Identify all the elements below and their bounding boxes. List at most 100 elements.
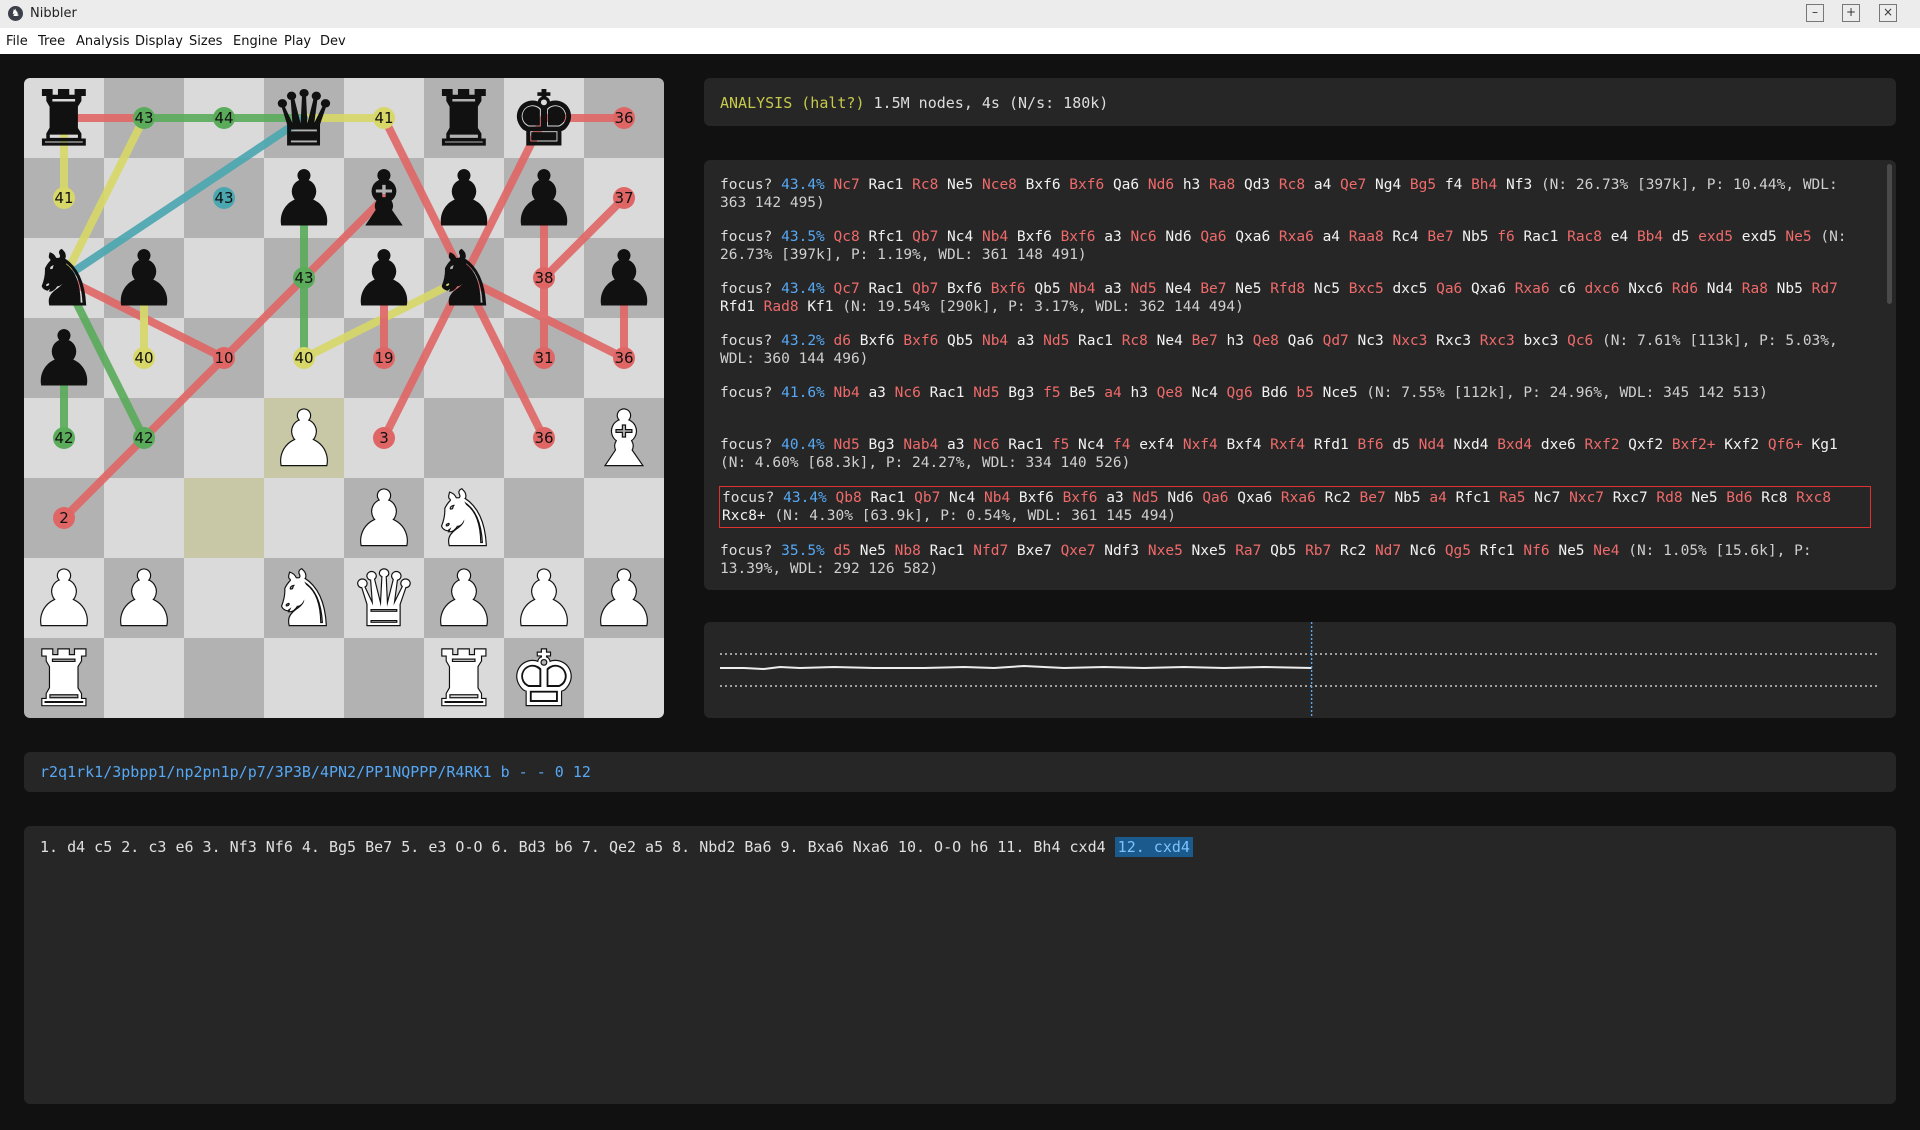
pv-move[interactable]: e4 (1611, 229, 1628, 245)
white-pawn-icon[interactable]: ♟ (589, 553, 660, 644)
pv-move[interactable]: Nb5 (1777, 281, 1803, 297)
square-c4[interactable] (184, 398, 264, 478)
analysis-line[interactable]: focus? 43.5% Qc8 Rfc1 Qb7 Nc4 Nb4 Bxf6 B… (720, 228, 1870, 264)
square-b1[interactable] (104, 638, 184, 718)
pv-move[interactable]: Bxf6 (1017, 229, 1052, 245)
pv-move[interactable]: Ne5 (1235, 281, 1261, 297)
black-pawn-icon[interactable]: ♟ (29, 314, 98, 404)
pv-move[interactable]: Qg6 (1227, 385, 1253, 401)
square-h3[interactable] (584, 478, 664, 558)
pv-move[interactable]: Nc4 (1192, 385, 1218, 401)
analysis-line[interactable]: focus? 43.4% Qc7 Rac1 Qb7 Bxf6 Bxf6 Qb5 … (720, 280, 1870, 316)
pv-move[interactable]: Rac1 (868, 281, 903, 297)
focus-label[interactable]: focus? (720, 177, 772, 193)
white-queen-icon[interactable]: ♛ (349, 553, 420, 644)
pv-move[interactable]: h3 (1130, 385, 1147, 401)
pv-move[interactable]: Rc8 (912, 177, 938, 193)
pv-move[interactable]: Rxa6 (1515, 281, 1550, 297)
square-c3[interactable] (184, 478, 264, 558)
pv-move[interactable]: a3 (1017, 333, 1034, 349)
pv-move[interactable]: exf4 (1139, 437, 1174, 453)
pv-move[interactable]: Be7 (1427, 229, 1453, 245)
pv-move[interactable]: Nxe5 (1192, 543, 1227, 559)
black-knight-icon[interactable]: ♞ (429, 234, 498, 324)
black-rook-icon[interactable]: ♜ (29, 78, 98, 164)
pv-move[interactable]: a3 (1104, 281, 1121, 297)
pv-move[interactable]: Nc4 (1078, 437, 1104, 453)
pv-move[interactable]: Bb4 (1637, 229, 1663, 245)
pv-move[interactable]: Qe7 (1340, 177, 1366, 193)
focus-label[interactable]: focus? (720, 437, 772, 453)
pv-move[interactable]: Ne4 (1593, 543, 1619, 559)
pv-move[interactable]: Rac1 (1008, 437, 1043, 453)
pv-move[interactable]: Bxf6 (991, 281, 1026, 297)
pv-move[interactable]: Nf6 (1523, 543, 1549, 559)
white-king-icon[interactable]: ♚ (509, 633, 580, 718)
pv-move[interactable]: Rb7 (1305, 543, 1331, 559)
pv-move[interactable]: Nd4 (1419, 437, 1445, 453)
pv-move[interactable]: Rac1 (1078, 333, 1113, 349)
white-knight-icon[interactable]: ♞ (269, 553, 340, 644)
menu-file[interactable]: File (6, 34, 28, 49)
pv-move[interactable]: Bxf4 (1227, 437, 1262, 453)
pv-move[interactable]: Qb7 (912, 229, 938, 245)
focus-label[interactable]: focus? (720, 333, 772, 349)
pv-move[interactable]: Nc7 (834, 177, 860, 193)
move-list-moves[interactable]: 1. d4 c5 2. c3 e6 3. Nf3 Nf6 4. Bg5 Be7 … (40, 838, 1106, 856)
analysis-line[interactable]: focus? 43.4% Qb8 Rac1 Qb7 Nc4 Nb4 Bxf6 B… (719, 486, 1871, 528)
analysis-line[interactable]: focus? 43.2% d6 Bxf6 Bxf6 Qb5 Nb4 a3 Nd5… (720, 332, 1870, 368)
pv-move[interactable]: Rac1 (870, 490, 905, 506)
pv-move[interactable]: Kxf2 (1724, 437, 1759, 453)
pv-move[interactable]: Nd5 (1043, 333, 1069, 349)
pv-move[interactable]: Nc7 (1534, 490, 1560, 506)
pv-move[interactable]: Nc5 (1314, 281, 1340, 297)
pv-move[interactable]: Qc8 (834, 229, 860, 245)
white-pawn-icon[interactable]: ♟ (429, 553, 500, 644)
pv-move[interactable]: Nb5 (1462, 229, 1488, 245)
pv-move[interactable]: bxc3 (1523, 333, 1558, 349)
pv-move[interactable]: f5 (1052, 437, 1069, 453)
square-h1[interactable] (584, 638, 664, 718)
pv-move[interactable]: a4 (1323, 229, 1340, 245)
pv-move[interactable]: Nxc6 (1628, 281, 1663, 297)
pv-move[interactable]: Nxf4 (1183, 437, 1218, 453)
lines-scrollbar[interactable] (1887, 164, 1892, 304)
menu-dev[interactable]: Dev (320, 34, 346, 49)
analysis-line[interactable]: focus? 41.6% Nb4 a3 Nc6 Rac1 Nd5 Bg3 f5 … (720, 384, 1870, 402)
pv-move[interactable]: Bxe7 (1017, 543, 1052, 559)
pv-move[interactable]: Qe8 (1253, 333, 1279, 349)
pv-move[interactable]: c6 (1558, 281, 1575, 297)
black-pawn-icon[interactable]: ♟ (589, 234, 658, 324)
pv-move[interactable]: b5 (1296, 385, 1313, 401)
white-pawn-icon[interactable]: ♟ (509, 553, 580, 644)
pv-move[interactable]: Bxf2+ (1672, 437, 1716, 453)
pv-move[interactable]: Qb7 (912, 281, 938, 297)
pv-move[interactable]: Rac1 (930, 385, 965, 401)
pv-move[interactable]: a3 (1104, 229, 1121, 245)
pv-move[interactable]: Ne5 (1558, 543, 1584, 559)
pv-move[interactable]: Nb4 (982, 229, 1008, 245)
pv-move[interactable]: Rxa6 (1281, 490, 1316, 506)
square-c1[interactable] (184, 638, 264, 718)
white-rook-icon[interactable]: ♜ (429, 633, 500, 718)
pv-move[interactable]: Nce8 (982, 177, 1017, 193)
pv-move[interactable]: Qxa6 (1237, 490, 1272, 506)
white-bishop-icon[interactable]: ♝ (589, 393, 660, 484)
pv-move[interactable]: Nd5 (1132, 490, 1158, 506)
pv-move[interactable]: Rxf2 (1585, 437, 1620, 453)
pv-move[interactable]: Qa6 (1202, 490, 1228, 506)
pv-move[interactable]: Nb4 (984, 490, 1010, 506)
pv-move[interactable]: d5 (834, 543, 851, 559)
black-rook-icon[interactable]: ♜ (429, 78, 498, 164)
menu-tree[interactable]: Tree (38, 34, 65, 49)
pv-move[interactable]: Rfc1 (868, 229, 903, 245)
black-pawn-icon[interactable]: ♟ (269, 154, 338, 244)
pv-move[interactable]: Bxf6 (947, 281, 982, 297)
pv-move[interactable]: Qc6 (1567, 333, 1593, 349)
pv-move[interactable]: Bh4 (1471, 177, 1497, 193)
pv-move[interactable]: a3 (947, 437, 964, 453)
pv-move[interactable]: Nd5 (973, 385, 999, 401)
pv-move[interactable]: Rd8 (1656, 490, 1682, 506)
analysis-line[interactable]: focus? 35.5% d5 Ne5 Nb8 Rac1 Nfd7 Bxe7 Q… (720, 542, 1870, 578)
pv-move[interactable]: f4 (1445, 177, 1462, 193)
